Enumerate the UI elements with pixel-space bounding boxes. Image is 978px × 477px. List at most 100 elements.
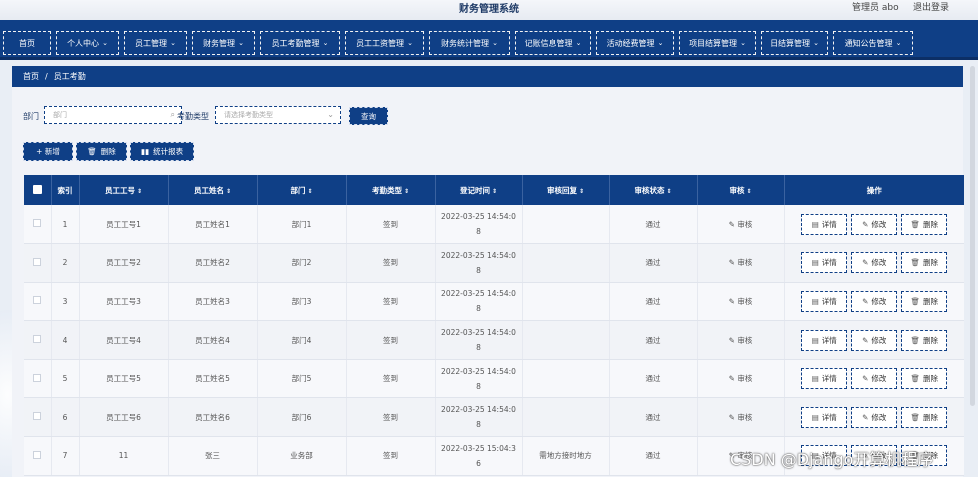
audit-link[interactable]: ✎ 审核 [696,243,784,283]
row-checkbox[interactable] [24,359,51,399]
cell-index: 6 [50,397,79,438]
row-checkbox[interactable] [24,243,51,283]
cell-audit-status: 通过 [608,359,697,399]
col-attendance-type[interactable]: 考勤类型 ⇕ [345,175,435,205]
cell-employee-no: 员工工号1 [78,205,168,245]
query-button[interactable]: 查询 [349,107,388,125]
table-row: 2 员工工号2 员工姓名2 部门2 签到 2022-03-25 14:54:0 8… [24,243,964,283]
stats-report-button[interactable]: ▮▮ 统计报表 [130,142,194,161]
document-icon: ▤ [811,258,819,268]
cell-employee-name: 员工姓名2 [167,243,257,283]
dept-placeholder: 部门 [53,111,67,119]
row-checkbox[interactable] [24,397,51,438]
chevron-down-icon: ⌄ [657,39,664,47]
nav-item-finance-stats[interactable]: 财务统计管理 ⌄ [429,31,510,55]
edit-button[interactable]: ✎ 修改 [851,213,898,235]
cell-register-time: 2022-03-25 14:54:0 8 [434,397,522,438]
nav-item-daily-settlement[interactable]: 日结算管理 ⌄ [761,31,828,55]
row-checkbox[interactable] [24,282,51,322]
nav-item-finance[interactable]: 财务管理 ⌄ [192,31,255,55]
sort-icon: ⇕ [746,187,752,195]
row-delete-button[interactable]: 🗑 删除 [901,406,948,428]
col-register-time[interactable]: 登记时间 ⇕ [434,175,522,205]
table-row: 1 员工工号1 员工姓名1 部门1 签到 2022-03-25 14:54:0 8… [24,205,964,245]
nav-item-bookkeeping[interactable]: 记账信息管理 ⌄ [515,31,591,55]
nav-item-employee[interactable]: 员工管理 ⌄ [124,31,187,55]
trash-icon: 🗑 [910,374,921,384]
edit-icon: ✎ [862,258,869,268]
edit-icon: ✎ [862,296,869,306]
detail-button[interactable]: ▤ 详情 [801,368,848,390]
cell-index: 5 [50,359,79,399]
logout-link[interactable]: 退出登录 [913,0,949,13]
detail-button[interactable]: ▤ 详情 [801,252,848,274]
nav-item-project-settlement[interactable]: 项目结算管理 ⌄ [679,31,756,55]
nav-item-home[interactable]: 首页 [3,31,51,55]
detail-button[interactable]: ▤ 详情 [801,290,848,312]
cell-register-time: 2022-03-25 14:54:0 8 [434,205,522,245]
cell-audit-status: 通过 [608,243,697,283]
cell-operations: ▤ 详情 ✎ 修改 🗑 删除 [783,282,964,322]
col-audit-status[interactable]: 审核状态 ⇕ [608,175,697,205]
cell-audit-reply [521,205,609,245]
cell-operations: ▤ 详情 ✎ 修改 🗑 删除 [783,243,964,283]
cell-department: 部门4 [256,320,346,360]
row-delete-button[interactable]: 🗑 删除 [901,213,948,235]
nav-item-notices[interactable]: 通知公告管理 ⌄ [833,31,913,55]
cell-operations: ▤ 详情 ✎ 修改 🗑 删除 [783,359,964,399]
nav-item-attendance[interactable]: 员工考勤管理 ⌄ [260,31,340,55]
col-employee-no[interactable]: 员工工号 ⇕ [78,175,168,205]
chevron-down-icon: ⌄ [407,39,413,47]
row-delete-button[interactable]: 🗑 删除 [901,252,948,274]
edit-button[interactable]: ✎ 修改 [851,368,898,390]
audit-link[interactable]: ✎ 审核 [696,282,784,322]
attendance-type-select[interactable]: 请选择考勤类型 ⌄ [215,106,341,124]
breadcrumb-home[interactable]: 首页 [23,71,39,82]
trash-icon: 🗑 [910,412,921,422]
col-audit-reply[interactable]: 审核回复 ⇕ [521,175,609,205]
nav-item-salary[interactable]: 员工工资管理 ⌄ [345,31,424,55]
cell-department: 业务部 [256,436,346,476]
select-all-checkbox[interactable] [24,175,51,205]
nav-item-activity-funds[interactable]: 活动经费管理 ⌄ [596,31,674,55]
table-row: 4 员工工号4 员工姓名4 部门4 签到 2022-03-25 14:54:0 8… [24,320,964,360]
document-icon: ▤ [811,412,819,422]
row-checkbox[interactable] [24,320,51,360]
cell-attendance-type: 签到 [345,282,435,322]
nav-item-personal-center[interactable]: 个人中心 ⌄ [56,31,119,55]
table-row: 5 员工工号5 员工姓名5 部门5 签到 2022-03-25 14:54:0 8… [24,359,964,399]
edit-button[interactable]: ✎ 修改 [851,329,898,351]
row-checkbox[interactable] [24,205,51,245]
detail-button[interactable]: ▤ 详情 [801,213,848,235]
row-checkbox[interactable] [24,436,51,476]
dept-input[interactable]: 部门 ⌕ [44,106,182,124]
audit-link[interactable]: ✎ 审核 [696,359,784,399]
add-button[interactable]: + 新增 [23,142,73,161]
trash-icon: 🗑 [910,296,921,306]
col-audit[interactable]: 审核 ⇕ [696,175,784,205]
detail-button[interactable]: ▤ 详情 [801,329,848,351]
edit-icon: ✎ [728,296,735,306]
vertical-scrollbar[interactable] [970,66,975,406]
audit-link[interactable]: ✎ 审核 [696,320,784,360]
detail-button[interactable]: ▤ 详情 [801,406,848,428]
audit-link[interactable]: ✎ 审核 [696,205,784,245]
edit-button[interactable]: ✎ 修改 [851,252,898,274]
cell-attendance-type: 签到 [345,436,435,476]
row-delete-button[interactable]: 🗑 删除 [901,290,948,312]
edit-icon: ✎ [862,412,869,422]
row-delete-button[interactable]: 🗑 删除 [901,368,948,390]
document-icon: ▤ [811,296,819,306]
delete-button[interactable]: 🗑 删除 [76,142,127,161]
edit-button[interactable]: ✎ 修改 [851,290,898,312]
sort-icon: ⇕ [403,187,410,195]
edit-button[interactable]: ✎ 修改 [851,406,898,428]
cell-employee-no: 员工工号3 [78,282,168,322]
cell-audit-status: 通过 [608,282,697,322]
cell-department: 部门1 [256,205,346,245]
audit-link[interactable]: ✎ 审核 [696,397,784,438]
sort-icon: ⇕ [136,187,143,195]
col-employee-name[interactable]: 员工姓名 ⇕ [167,175,257,205]
row-delete-button[interactable]: 🗑 删除 [901,329,948,351]
col-department[interactable]: 部门 ⇕ [256,175,346,205]
